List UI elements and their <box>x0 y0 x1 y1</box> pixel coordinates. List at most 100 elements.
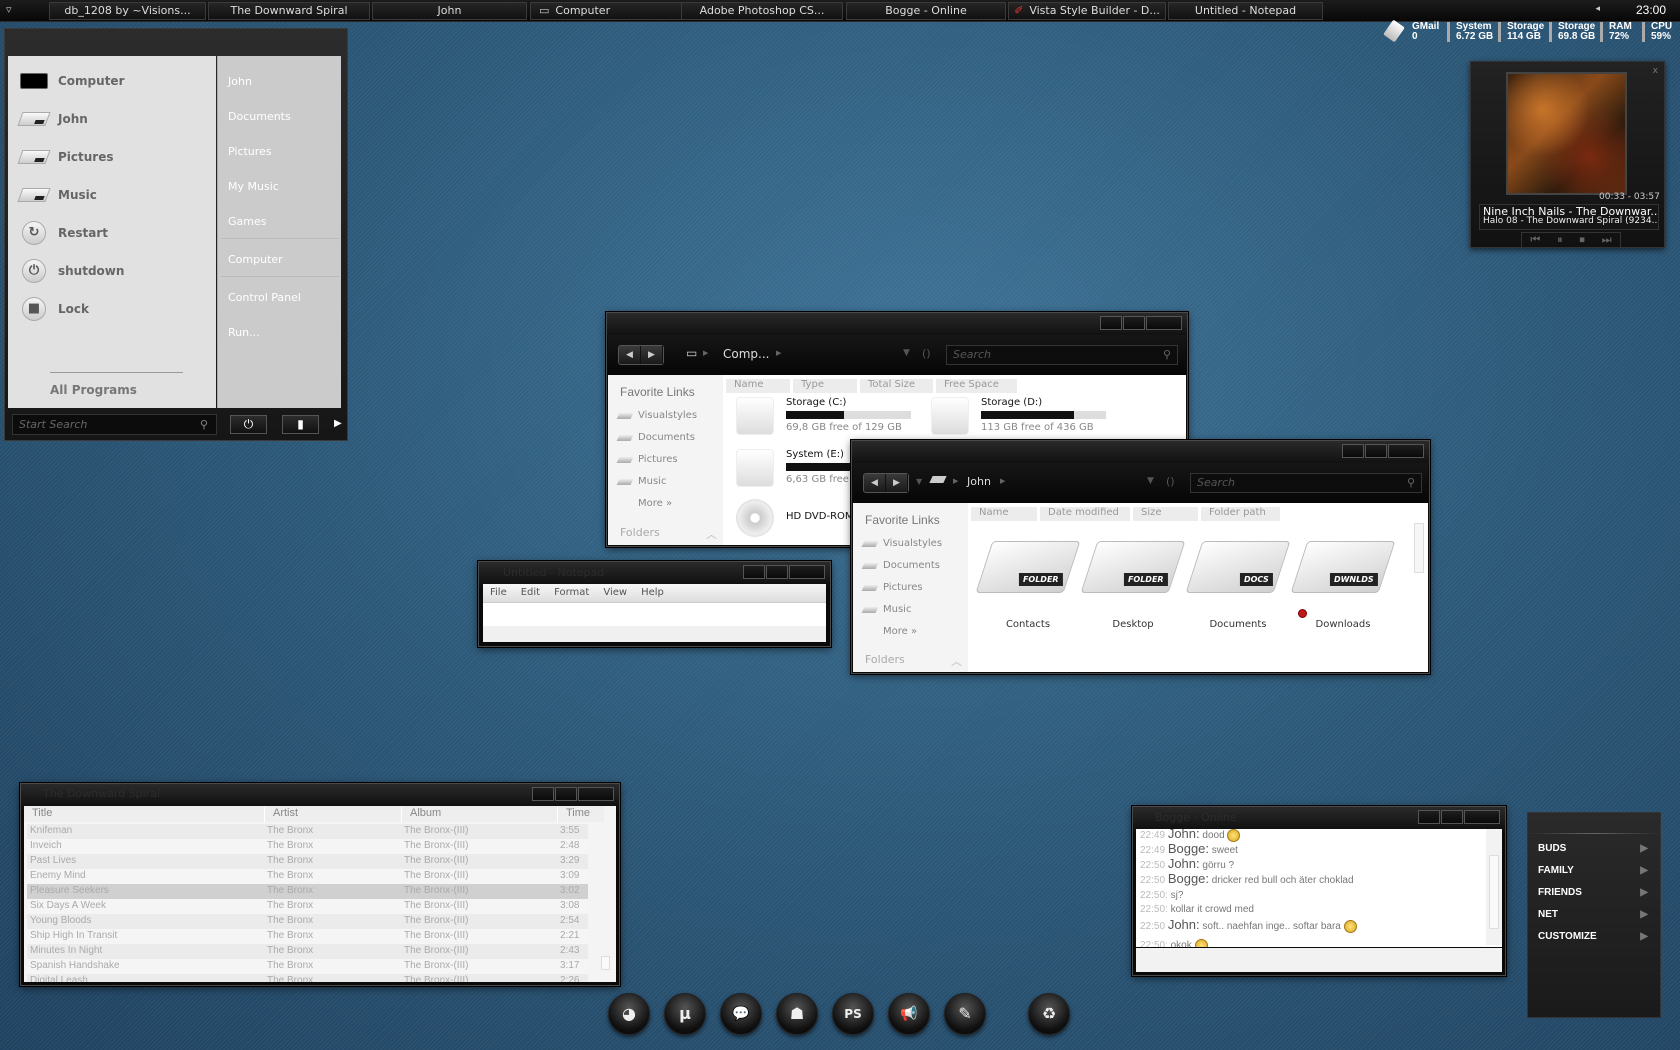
drive-item[interactable]: Storage (C:) 69,8 GB free of 129 GB <box>786 397 911 433</box>
folder-item[interactable]: DWNLDS Downloads <box>1290 541 1396 630</box>
menu-format[interactable]: Format <box>547 584 596 602</box>
dock-firefox-icon[interactable]: ◕ <box>608 993 650 1035</box>
start-link-pictures[interactable]: Pictures <box>228 145 272 158</box>
close-button[interactable] <box>1146 316 1182 330</box>
previous-icon[interactable]: ⏮ <box>1530 233 1540 247</box>
column-header-size[interactable]: Size <box>1133 507 1199 521</box>
table-row[interactable]: Spanish Handshake The Bronx The Bronx-(III… <box>27 959 588 974</box>
column-header-title[interactable]: Title <box>32 807 52 819</box>
scrollbar[interactable] <box>1486 829 1502 945</box>
stop-icon[interactable]: ⏹ <box>1579 233 1585 247</box>
column-header-artist[interactable]: Artist <box>264 807 298 823</box>
start-link-control-panel[interactable]: Control Panel <box>228 291 301 304</box>
taskbar-button[interactable]: The Downward Spiral <box>208 2 370 20</box>
table-row[interactable]: Past Lives The Bronx The Bronx-(III) 3:29 <box>27 854 588 869</box>
table-row[interactable]: Young Bloods The Bronx The Bronx-(III) 2:54 <box>27 914 588 929</box>
fav-link-visualstyles[interactable]: Visualstyles <box>638 410 697 421</box>
taskbar-button[interactable]: John <box>372 2 527 20</box>
menu-file[interactable]: File <box>483 584 514 602</box>
start-menu-button[interactable]: ▿ <box>6 3 12 16</box>
refresh-icon[interactable]: () <box>1166 475 1175 488</box>
breadcrumb-arrow-icon[interactable]: ▶ <box>1000 477 1005 485</box>
maximize-button[interactable] <box>1441 810 1463 824</box>
start-item-shutdown[interactable]: ⏻ shutdown <box>18 256 208 286</box>
maximize-button[interactable] <box>1365 444 1387 458</box>
taskbar-button[interactable]: Untitled - Notepad <box>1168 2 1323 20</box>
dock-messenger-icon[interactable]: 💬 <box>720 993 762 1035</box>
table-row[interactable]: Ship High In Transit The Bronx The Bronx-(… <box>27 929 588 944</box>
back-button[interactable]: ◀ <box>864 474 886 492</box>
start-item-lock[interactable]: ■ Lock <box>18 294 208 324</box>
maximize-button[interactable] <box>1123 316 1145 330</box>
menu-help[interactable]: Help <box>634 584 671 602</box>
dropdown-icon[interactable]: ▼ <box>903 348 910 358</box>
group-customize[interactable]: CUSTOMIZE ▶ <box>1538 931 1648 942</box>
breadcrumb[interactable]: Comp... <box>723 347 769 361</box>
dropdown-icon[interactable]: ▼ <box>1147 476 1154 486</box>
search-input[interactable]: Search ⚲ <box>946 345 1178 365</box>
forward-button[interactable]: ▶ <box>641 346 663 364</box>
column-header-date-modified[interactable]: Date modified <box>1040 507 1131 521</box>
refresh-icon[interactable]: () <box>922 347 931 360</box>
table-row[interactable]: Minutes In Night The Bronx The Bronx-(III)… <box>27 944 588 959</box>
breadcrumb-arrow-icon[interactable]: ▶ <box>953 477 958 485</box>
start-item-music[interactable]: Music <box>17 180 208 210</box>
column-header-album[interactable]: Album <box>401 807 441 823</box>
group-buds[interactable]: BUDS ▶ <box>1538 843 1648 854</box>
column-header-folder-path[interactable]: Folder path <box>1201 507 1281 521</box>
breadcrumb[interactable]: John <box>967 475 991 488</box>
start-link-john[interactable]: John <box>228 75 252 88</box>
close-button[interactable] <box>1464 810 1500 824</box>
column-header-type[interactable]: Type <box>793 379 858 393</box>
drive-item[interactable]: Storage (D:) 113 GB free of 436 GB <box>981 397 1106 433</box>
taskbar-button[interactable]: Adobe Photoshop CS... <box>681 2 843 20</box>
start-link-music[interactable]: My Music <box>228 180 279 193</box>
column-header-name[interactable]: Name <box>971 507 1038 521</box>
column-header-free-space[interactable]: Free Space <box>936 379 1018 393</box>
start-link-run[interactable]: Run... <box>228 326 260 339</box>
maximize-button[interactable] <box>555 787 577 801</box>
minimize-button[interactable] <box>532 787 554 801</box>
menu-view[interactable]: View <box>596 584 634 602</box>
close-button[interactable] <box>1388 444 1424 458</box>
next-icon[interactable]: ⏭ <box>1602 233 1612 247</box>
table-row[interactable]: Digital Leash The Bronx The Bronx-(III) 2:2… <box>27 974 588 982</box>
close-button[interactable] <box>578 787 614 801</box>
column-header-time[interactable]: Time <box>557 807 590 823</box>
table-row[interactable]: Six Days A Week The Bronx The Bronx-(III) 3… <box>27 899 588 914</box>
more-options-arrow-icon[interactable]: ▶ <box>334 418 342 429</box>
fav-link-documents[interactable]: Documents <box>638 432 695 443</box>
fav-link-music[interactable]: Music <box>638 476 666 487</box>
close-button[interactable] <box>789 565 825 579</box>
start-item-john[interactable]: John <box>17 104 208 134</box>
folders-toggle[interactable]: Folders ︿ <box>620 526 717 541</box>
scrollbar-thumb[interactable] <box>1414 523 1424 573</box>
taskbar-button[interactable]: ▭ Computer <box>530 2 683 20</box>
scrollbar-thumb[interactable] <box>601 956 610 970</box>
drive-item[interactable]: HD DVD-ROM <box>786 511 854 522</box>
forward-button[interactable]: ▶ <box>886 474 908 492</box>
table-row[interactable]: Inveich The Bronx The Bronx-(III) 2:48 <box>27 839 588 854</box>
minimize-button[interactable] <box>1418 810 1440 824</box>
dock-utorrent-icon[interactable]: µ <box>664 993 706 1035</box>
start-item-restart[interactable]: ↻ Restart <box>18 218 208 248</box>
menu-edit[interactable]: Edit <box>514 584 547 602</box>
start-link-documents[interactable]: Documents <box>228 110 291 123</box>
group-net[interactable]: NET ▶ <box>1538 909 1648 920</box>
minimize-button[interactable] <box>1100 316 1122 330</box>
folder-item[interactable]: FOLDER Desktop <box>1080 541 1186 630</box>
start-link-computer[interactable]: Computer <box>228 253 283 266</box>
history-dropdown-icon[interactable]: ▼ <box>916 477 922 486</box>
fav-more-button[interactable]: More » <box>883 626 917 637</box>
start-link-games[interactable]: Games <box>228 215 266 228</box>
back-button[interactable]: ◀ <box>619 346 641 364</box>
fav-link-visualstyles[interactable]: Visualstyles <box>883 538 942 549</box>
close-icon[interactable]: x <box>1653 66 1658 76</box>
group-family[interactable]: FAMILY ▶ <box>1538 865 1648 876</box>
folder-item[interactable]: DOCS Documents <box>1185 541 1291 630</box>
table-row[interactable]: Knifeman The Bronx The Bronx-(III) 3:55 <box>27 824 588 839</box>
start-item-pictures[interactable]: Pictures <box>17 142 208 172</box>
dock-contacts-icon[interactable]: ☗ <box>776 993 818 1035</box>
fav-more-button[interactable]: More » <box>638 498 672 509</box>
all-programs-button[interactable]: All Programs <box>50 383 137 397</box>
